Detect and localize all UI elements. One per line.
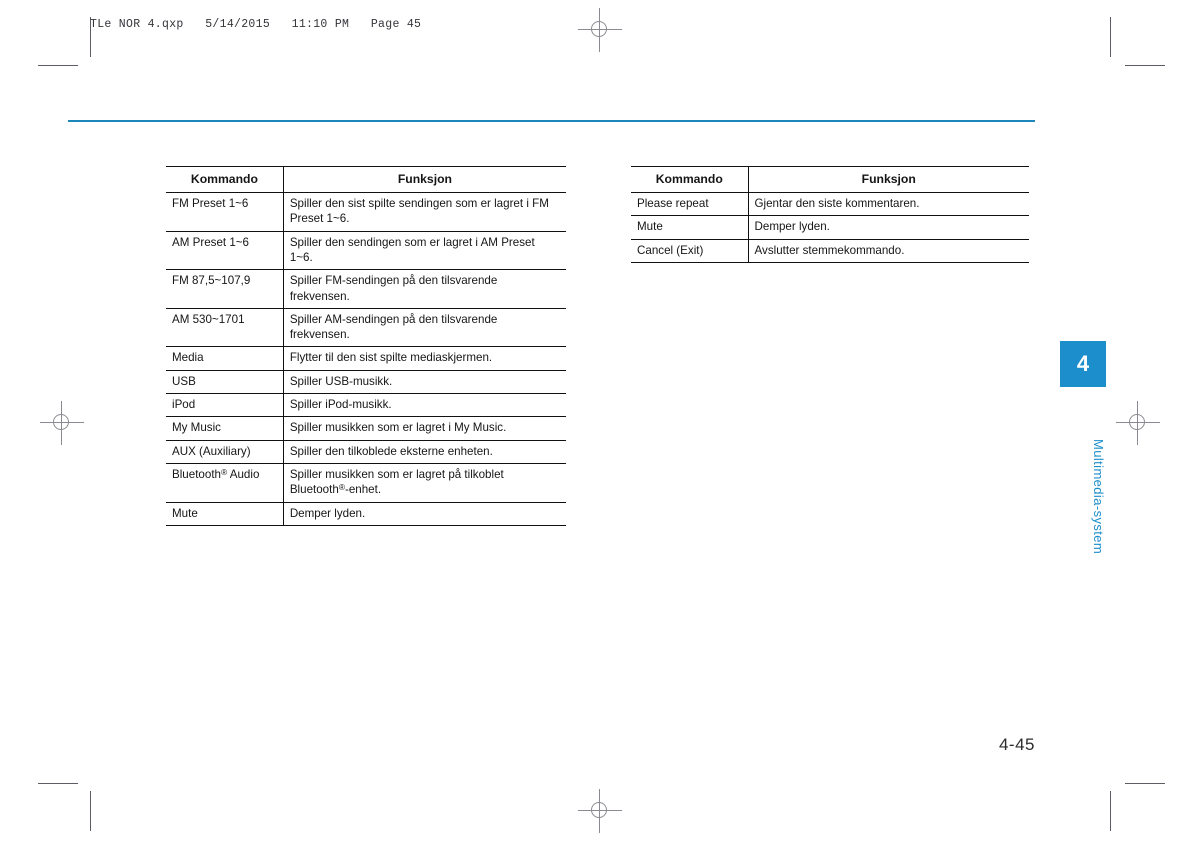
file-info-header: TLe NOR 4.qxp 5/14/2015 11:10 PM Page 45 (90, 18, 422, 31)
cell-command: AUX (Auxiliary) (166, 440, 284, 464)
cell-function: Spiller den tilkoblede eksterne enheten. (289, 444, 493, 458)
crop-mark-bottom-left-vertical (90, 791, 91, 831)
column-header-function: Funksjon (861, 172, 916, 186)
table-body: Please repeat Gjentar den siste kommenta… (631, 192, 1029, 263)
registration-mark-left-middle (40, 401, 84, 445)
cell-command: Cancel (Exit) (631, 239, 749, 263)
registration-mark-horizontal-line (578, 810, 622, 811)
cell-command: Please repeat (631, 192, 749, 216)
cell-command: AM Preset 1~6 (166, 231, 284, 270)
cell-command: Bluetooth® Audio (166, 463, 284, 503)
chapter-title-vertical: Multimedia-system (1091, 439, 1106, 555)
cell-command: FM Preset 1~6 (166, 192, 284, 232)
column-header-function: Funksjon (397, 172, 452, 186)
table-row: Bluetooth® Audio Spiller musikken som er… (166, 463, 566, 503)
cell-function: Flytter til den sist spilte mediaskjerme… (289, 351, 493, 365)
registration-mark-right-middle (1116, 401, 1160, 445)
crop-mark-top-right-vertical (1110, 17, 1111, 57)
column-header-command: Kommando (631, 166, 749, 193)
table-row: USB Spiller USB-musikk. (166, 370, 566, 394)
cell-command: AM 530~1701 (166, 308, 284, 347)
registration-mark-horizontal-line (578, 29, 622, 30)
table-row: AM 530~1701 Spiller AM-sendingen på den … (166, 308, 566, 347)
table-row: FM Preset 1~6 Spiller den sist spilte se… (166, 192, 566, 232)
registration-mark-circle (1129, 414, 1145, 430)
cell-function: Avslutter stemmekommando. (754, 243, 905, 257)
registration-mark-vertical-line (1137, 401, 1138, 445)
table-row: iPod Spiller iPod-musikk. (166, 393, 566, 417)
crop-mark-bottom-right-horizontal (1125, 783, 1165, 784)
cell-function: Spiller musikken som er lagret på tilkob… (289, 467, 504, 497)
table-row: Mute Demper lyden. (166, 502, 566, 526)
table-body: FM Preset 1~6 Spiller den sist spilte se… (166, 192, 566, 526)
registration-mark-vertical-line (61, 401, 62, 445)
page-number: 4-45 (998, 735, 1035, 754)
registration-mark-vertical-line (599, 8, 600, 52)
cell-command: Mute (166, 502, 284, 526)
cell-function: Spiller AM-sendingen på den tilsvarende … (289, 312, 498, 342)
cell-command: iPod (166, 393, 284, 417)
voice-command-table-right: Kommando Funksjon Please repeat Gjentar … (631, 166, 1029, 263)
cell-command: Mute (631, 215, 749, 240)
table-row: AUX (Auxiliary) Spiller den tilkoblede e… (166, 440, 566, 464)
cell-function: Spiller iPod-musikk. (289, 398, 392, 412)
registration-mark-vertical-line (599, 789, 600, 833)
table-row: Media Flytter til den sist spilte medias… (166, 346, 566, 371)
table-header-row: Kommando Funksjon (631, 166, 1029, 193)
registration-mark-circle (591, 21, 607, 37)
cell-function: Spiller den sendingen som er lagret i AM… (289, 235, 535, 264)
column-header-command: Kommando (166, 166, 284, 193)
table-row: AM Preset 1~6 Spiller den sendingen som … (166, 231, 566, 270)
crop-mark-bottom-right-vertical (1110, 791, 1111, 831)
cell-command: Media (166, 346, 284, 371)
registration-mark-horizontal-line (1116, 422, 1160, 423)
table-row: Mute Demper lyden. (631, 215, 1029, 240)
cell-function: Gjentar den siste kommentaren. (754, 197, 920, 211)
table-row: Please repeat Gjentar den siste kommenta… (631, 192, 1029, 216)
cell-command: My Music (166, 416, 284, 441)
header-rule (68, 120, 1035, 122)
cell-function: Spiller den sist spilte sendingen som er… (289, 197, 549, 226)
cell-function: Demper lyden. (754, 220, 830, 234)
cell-command: USB (166, 370, 284, 394)
registration-mark-horizontal-line (40, 422, 84, 423)
table-header-row: Kommando Funksjon (166, 166, 566, 193)
chapter-number-tab: 4 (1060, 341, 1106, 387)
registration-mark-top-center (578, 8, 622, 52)
cell-command: FM 87,5~107,9 (166, 269, 284, 309)
cell-function: Spiller FM-sendingen på den tilsvarende … (289, 274, 498, 303)
registration-mark-circle (591, 802, 607, 818)
table-row: My Music Spiller musikken som er lagret … (166, 416, 566, 441)
cell-function: Spiller musikken som er lagret i My Musi… (289, 421, 507, 435)
voice-command-table-left: Kommando Funksjon FM Preset 1~6 Spiller … (166, 166, 566, 526)
registration-mark-bottom-center (578, 789, 622, 833)
registered-trademark-symbol: ® (338, 482, 345, 493)
registered-trademark-symbol: ® (221, 466, 228, 477)
table-row: Cancel (Exit) Avslutter stemmekommando. (631, 239, 1029, 263)
table-row: FM 87,5~107,9 Spiller FM-sendingen på de… (166, 269, 566, 309)
cell-function: Demper lyden. (289, 506, 366, 520)
crop-mark-top-right-horizontal (1125, 65, 1165, 66)
crop-mark-top-left-horizontal (38, 65, 78, 66)
cell-function: Spiller USB-musikk. (289, 374, 393, 388)
registration-mark-circle (53, 414, 69, 430)
crop-mark-bottom-left-horizontal (38, 783, 78, 784)
